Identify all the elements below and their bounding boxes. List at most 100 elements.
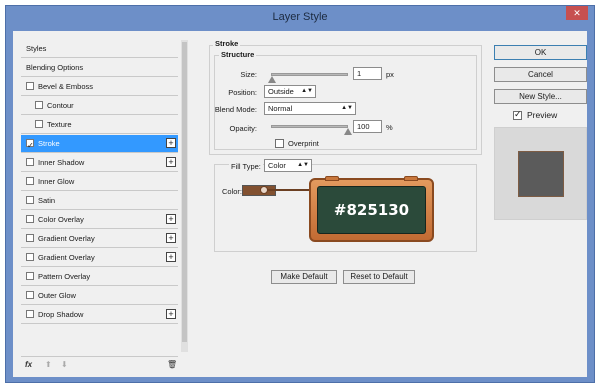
effect-checkbox[interactable] <box>26 196 34 204</box>
opacity-slider-knob[interactable] <box>344 128 352 135</box>
color-pointer-line <box>263 189 309 191</box>
styles-list-item-label: Styles <box>26 44 47 53</box>
styles-list-item-label: Inner Shadow <box>38 158 85 167</box>
cancel-button[interactable]: Cancel <box>494 67 587 82</box>
trash-icon[interactable]: 🗑 <box>167 360 177 369</box>
styles-list-item-label: Inner Glow <box>38 177 75 186</box>
styles-list-item[interactable]: Stroke + <box>21 135 178 154</box>
position-dropdown[interactable]: Outside ▲▼ <box>264 85 316 98</box>
badge-tab <box>404 176 418 181</box>
title-bar[interactable]: Layer Style ✕ <box>6 6 594 28</box>
size-slider-track[interactable] <box>271 73 348 76</box>
preview-thumbnail <box>518 151 564 197</box>
effect-checkbox[interactable] <box>26 215 34 223</box>
styles-list-item-label: Texture <box>47 120 72 129</box>
overprint-label: Overprint <box>288 139 319 148</box>
blend-mode-label: Blend Mode: <box>214 105 257 114</box>
styles-list-item-label: Gradient Overlay <box>38 253 95 262</box>
move-down-icon[interactable]: ⬇ <box>61 360 68 369</box>
close-button[interactable]: ✕ <box>566 6 588 20</box>
styles-list-item[interactable]: Gradient Overlay + <box>21 249 178 267</box>
styles-list-item[interactable]: Contour <box>21 97 178 115</box>
add-effect-icon[interactable]: + <box>166 157 176 167</box>
preview-checkbox[interactable] <box>513 109 522 120</box>
styles-list: Styles Blending Options Bevel & Emboss Cont… <box>21 40 188 352</box>
overprint-checkbox[interactable] <box>275 139 284 148</box>
effect-checkbox[interactable] <box>26 137 34 154</box>
add-effect-icon[interactable]: + <box>166 233 176 243</box>
size-label: Size: <box>240 70 257 79</box>
blend-mode-value: Normal <box>268 104 293 113</box>
styles-list-item-label: Contour <box>47 101 74 110</box>
styles-list-item[interactable]: Styles <box>21 40 178 58</box>
opacity-slider-track[interactable] <box>271 125 348 128</box>
effect-checkbox[interactable] <box>35 120 43 128</box>
styles-list-item[interactable]: Drop Shadow + <box>21 306 178 324</box>
styles-list-item[interactable]: Inner Glow <box>21 173 178 191</box>
add-effect-icon[interactable]: + <box>166 252 176 262</box>
dropdown-arrow-icon: ▲▼ <box>301 88 313 94</box>
move-up-icon[interactable]: ⬆ <box>45 360 52 369</box>
opacity-unit: % <box>386 123 393 132</box>
preview-area <box>494 127 587 220</box>
styles-list-item[interactable]: Pattern Overlay <box>21 268 178 286</box>
fill-type-label: Fill Type: <box>229 162 263 171</box>
effect-checkbox[interactable] <box>26 272 34 280</box>
effect-checkbox[interactable] <box>26 177 34 185</box>
styles-list-item[interactable]: Texture <box>21 116 178 134</box>
add-effect-icon[interactable]: + <box>166 214 176 224</box>
color-label: Color: <box>222 187 243 196</box>
fill-type-value: Color <box>268 161 286 170</box>
effect-checkbox[interactable] <box>26 158 34 166</box>
badge-tab <box>325 176 339 181</box>
styles-list-item-label: Stroke <box>38 139 60 148</box>
ok-button[interactable]: OK <box>494 45 587 60</box>
styles-list-item-label: Pattern Overlay <box>38 272 91 281</box>
size-unit: px <box>386 70 394 79</box>
color-hex-text: #825130 <box>317 186 426 234</box>
styles-list-item[interactable]: Satin <box>21 192 178 210</box>
styles-list-item[interactable]: Color Overlay + <box>21 211 178 229</box>
new-style-button[interactable]: New Style... <box>494 89 587 104</box>
styles-list-item-label: Bevel & Emboss <box>38 82 94 91</box>
styles-list-item[interactable]: Blending Options <box>21 59 178 77</box>
effect-checkbox[interactable] <box>26 82 34 90</box>
reset-to-default-button[interactable]: Reset to Default <box>343 270 415 284</box>
window-title: Layer Style <box>272 11 328 23</box>
fill-type-dropdown[interactable]: Color ▲▼ <box>264 159 312 172</box>
add-effect-icon[interactable]: + <box>166 309 176 319</box>
effect-checkbox[interactable] <box>26 291 34 299</box>
effect-checkbox[interactable] <box>26 310 34 318</box>
fx-icon[interactable]: fx <box>25 360 32 369</box>
position-label: Position: <box>228 88 257 97</box>
position-value: Outside <box>268 87 294 96</box>
dialog-body: Styles Blending Options Bevel & Emboss Cont… <box>13 31 587 377</box>
dropdown-arrow-icon: ▲▼ <box>341 105 353 111</box>
styles-list-item-label: Satin <box>38 196 56 205</box>
color-pointer-dot <box>260 186 268 194</box>
dropdown-arrow-icon: ▲▼ <box>297 162 309 168</box>
size-input[interactable]: 1 <box>353 67 382 80</box>
size-slider-knob[interactable] <box>268 76 276 83</box>
scrollbar-thumb[interactable] <box>182 42 187 342</box>
effect-checkbox[interactable] <box>35 101 43 109</box>
blend-mode-dropdown[interactable]: Normal ▲▼ <box>264 102 356 115</box>
styles-list-item[interactable]: Outer Glow <box>21 287 178 305</box>
styles-list-item[interactable]: Gradient Overlay + <box>21 230 178 248</box>
effect-checkbox[interactable] <box>26 253 34 261</box>
styles-list-item[interactable]: Inner Shadow + <box>21 154 178 172</box>
opacity-input[interactable]: 100 <box>353 120 382 133</box>
styles-list-toolbar: fx ⬆ ⬇ 🗑 <box>21 356 178 372</box>
structure-title: Structure <box>219 50 257 59</box>
styles-list-item-label: Gradient Overlay <box>38 234 95 243</box>
preview-label: Preview <box>527 110 558 120</box>
styles-list-item-label: Blending Options <box>26 63 84 72</box>
styles-list-scrollbar[interactable] <box>181 40 188 352</box>
effect-checkbox[interactable] <box>26 234 34 242</box>
stroke-group-title: Stroke <box>213 39 241 48</box>
styles-list-item-label: Outer Glow <box>38 291 76 300</box>
styles-list-item[interactable]: Bevel & Emboss <box>21 78 178 96</box>
color-callout-badge: #825130 <box>309 176 434 242</box>
make-default-button[interactable]: Make Default <box>271 270 337 284</box>
add-effect-icon[interactable]: + <box>166 138 176 148</box>
